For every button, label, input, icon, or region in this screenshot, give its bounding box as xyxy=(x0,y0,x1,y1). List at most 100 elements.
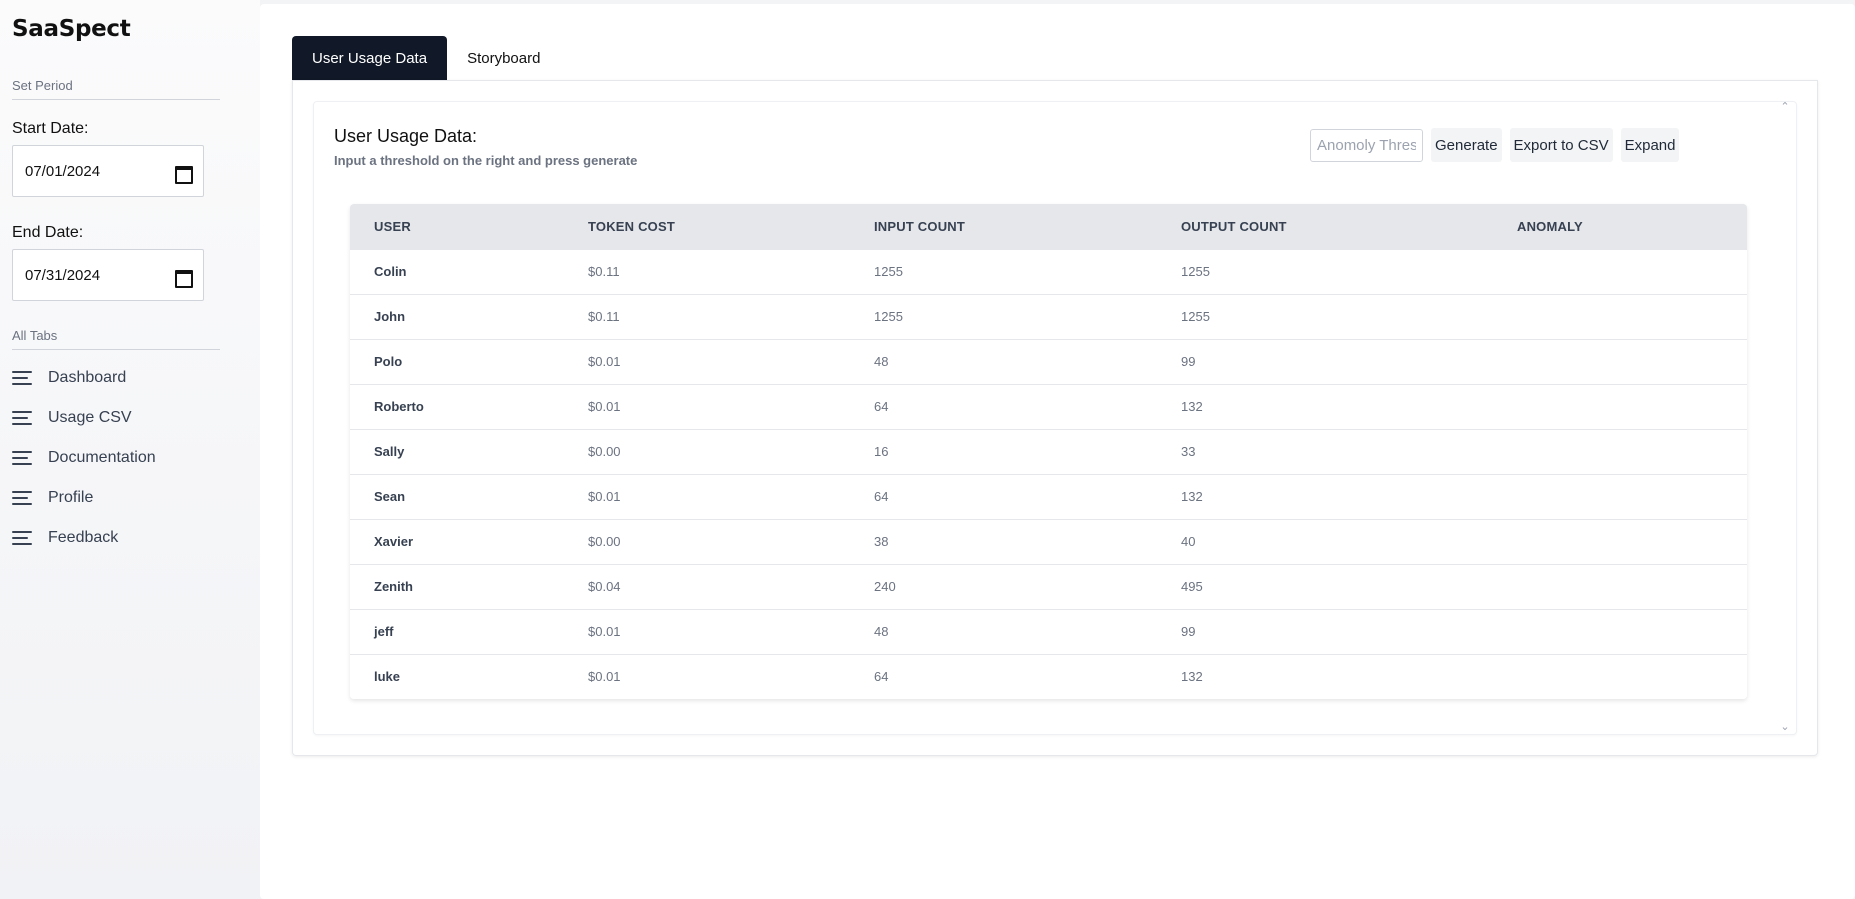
sidebar-item-profile[interactable]: Profile xyxy=(12,485,212,511)
cell-output-count: 495 xyxy=(1181,579,1203,594)
sidebar-item-usage-csv[interactable]: Usage CSV xyxy=(12,405,212,431)
usage-card: ⌃ ⌄ User Usage Data: Input a threshold o… xyxy=(313,101,1797,735)
cell-output-count: 132 xyxy=(1181,489,1203,504)
cell-token-cost: $0.00 xyxy=(588,444,621,459)
sidebar-item-feedback[interactable]: Feedback xyxy=(12,525,212,551)
cell-output-count: 40 xyxy=(1181,534,1196,549)
tab-storyboard[interactable]: Storyboard xyxy=(447,36,560,80)
cell-input-count: 38 xyxy=(874,534,889,549)
cell-user: John xyxy=(374,309,406,324)
cell-anomaly xyxy=(1493,384,1747,429)
end-date-value: 07/31/2024 xyxy=(25,266,101,284)
tab-panel: ⌃ ⌄ User Usage Data: Input a threshold o… xyxy=(292,80,1818,756)
calendar-icon[interactable] xyxy=(175,164,193,184)
cell-anomaly xyxy=(1493,249,1747,294)
cell-user: Sean xyxy=(374,489,406,504)
cell-input-count: 1255 xyxy=(874,264,903,279)
tab-user-usage-data[interactable]: User Usage Data xyxy=(292,36,448,80)
cell-output-count: 1255 xyxy=(1181,264,1210,279)
cell-token-cost: $0.01 xyxy=(588,354,621,369)
end-date-label: End Date: xyxy=(12,224,84,241)
divider xyxy=(12,349,220,350)
cell-output-count: 132 xyxy=(1181,669,1203,685)
cell-output-count: 1255 xyxy=(1181,309,1210,324)
cell-anomaly xyxy=(1493,609,1747,654)
table-row[interactable]: luke $0.01 64 132 xyxy=(350,654,1747,699)
cell-input-count: 64 xyxy=(874,669,889,685)
column-header-input-count: INPUT COUNT xyxy=(874,218,966,234)
cell-user: Roberto xyxy=(374,399,424,414)
cell-anomaly xyxy=(1493,339,1747,384)
table-row[interactable]: Xavier $0.00 38 40 xyxy=(350,519,1747,564)
cell-token-cost: $0.01 xyxy=(588,624,621,639)
column-header-token-cost: TOKEN COST xyxy=(588,218,675,234)
cell-token-cost: $0.04 xyxy=(588,579,621,594)
start-date-input[interactable]: 07/01/2024 xyxy=(12,145,204,197)
scroll-down-icon[interactable]: ⌄ xyxy=(1780,722,1790,733)
cell-input-count: 64 xyxy=(874,489,889,504)
sidebar-item-label: Documentation xyxy=(48,449,156,466)
cell-user: Colin xyxy=(374,264,407,279)
column-header-output-count: OUTPUT COUNT xyxy=(1181,218,1287,234)
anomaly-threshold-input[interactable] xyxy=(1310,128,1423,162)
cell-input-count: 240 xyxy=(874,579,896,594)
end-date-input[interactable]: 07/31/2024 xyxy=(12,249,204,301)
cell-input-count: 48 xyxy=(874,624,889,639)
cell-user: jeff xyxy=(374,624,394,639)
cell-user: Polo xyxy=(374,354,403,369)
table-row[interactable]: Sally $0.00 16 33 xyxy=(350,429,1747,474)
cell-anomaly xyxy=(1493,474,1747,519)
sidebar-item-label: Usage CSV xyxy=(48,409,132,426)
card-subtitle: Input a threshold on the right and press… xyxy=(334,153,638,168)
sidebar-item-label: Profile xyxy=(48,489,94,506)
set-period-label: Set Period xyxy=(12,78,73,93)
table-row[interactable]: Zenith $0.04 240 495 xyxy=(350,564,1747,609)
generate-button[interactable]: Generate xyxy=(1431,128,1502,162)
cell-anomaly xyxy=(1493,519,1747,564)
cell-input-count: 64 xyxy=(874,399,889,414)
export-csv-button[interactable]: Export to CSV xyxy=(1509,128,1613,162)
cell-anomaly xyxy=(1493,294,1747,339)
cell-token-cost: $0.01 xyxy=(588,669,621,685)
cell-user: Zenith xyxy=(374,579,413,594)
table-row[interactable]: jeff $0.01 48 99 xyxy=(350,609,1747,654)
calendar-icon[interactable] xyxy=(175,268,193,288)
cell-user: Xavier xyxy=(374,534,414,549)
table-row[interactable]: Roberto $0.01 64 132 xyxy=(350,384,1747,429)
cell-token-cost: $0.00 xyxy=(588,534,621,549)
cell-output-count: 132 xyxy=(1181,399,1203,414)
cell-output-count: 33 xyxy=(1181,444,1196,459)
usage-table: USER TOKEN COST INPUT COUNT OUTPUT COUNT… xyxy=(350,204,1747,699)
cell-output-count: 99 xyxy=(1181,354,1196,369)
sidebar-item-documentation[interactable]: Documentation xyxy=(12,445,212,471)
card-controls: Generate Export to CSV Expand xyxy=(1310,128,1680,162)
cell-token-cost: $0.01 xyxy=(588,399,621,414)
all-tabs-label: All Tabs xyxy=(12,328,58,343)
cell-anomaly xyxy=(1493,564,1747,609)
start-date-label: Start Date: xyxy=(12,120,89,137)
card-title: User Usage Data: xyxy=(334,126,478,146)
column-header-user: USER xyxy=(374,218,411,234)
cell-output-count: 99 xyxy=(1181,624,1196,639)
table-row[interactable]: Colin $0.11 1255 1255 xyxy=(350,249,1747,294)
cell-input-count: 48 xyxy=(874,354,889,369)
sidebar: SaaSpect Set Period Start Date: 07/01/20… xyxy=(0,0,260,899)
table-row[interactable]: Polo $0.01 48 99 xyxy=(350,339,1747,384)
cell-token-cost: $0.11 xyxy=(588,309,620,324)
cell-user: luke xyxy=(374,669,401,685)
table-row[interactable]: Sean $0.01 64 132 xyxy=(350,474,1747,519)
column-header-anomaly: ANOMALY xyxy=(1517,218,1583,234)
tab-bar: User Usage Data Storyboard xyxy=(292,36,560,80)
cell-anomaly xyxy=(1493,429,1747,474)
main-content: User Usage Data Storyboard ⌃ ⌄ User Usag… xyxy=(260,4,1855,899)
expand-button[interactable]: Expand xyxy=(1620,128,1680,162)
cell-input-count: 1255 xyxy=(874,309,903,324)
menu-icon xyxy=(12,530,34,546)
sidebar-item-label: Dashboard xyxy=(48,369,127,386)
table-row[interactable]: John $0.11 1255 1255 xyxy=(350,294,1747,339)
brand-logo: SaaSpect xyxy=(12,16,131,42)
sidebar-item-dashboard[interactable]: Dashboard xyxy=(12,365,212,391)
scroll-up-icon[interactable]: ⌃ xyxy=(1780,102,1790,113)
table-header-row: USER TOKEN COST INPUT COUNT OUTPUT COUNT… xyxy=(350,204,1747,249)
sidebar-item-label: Feedback xyxy=(48,529,119,546)
